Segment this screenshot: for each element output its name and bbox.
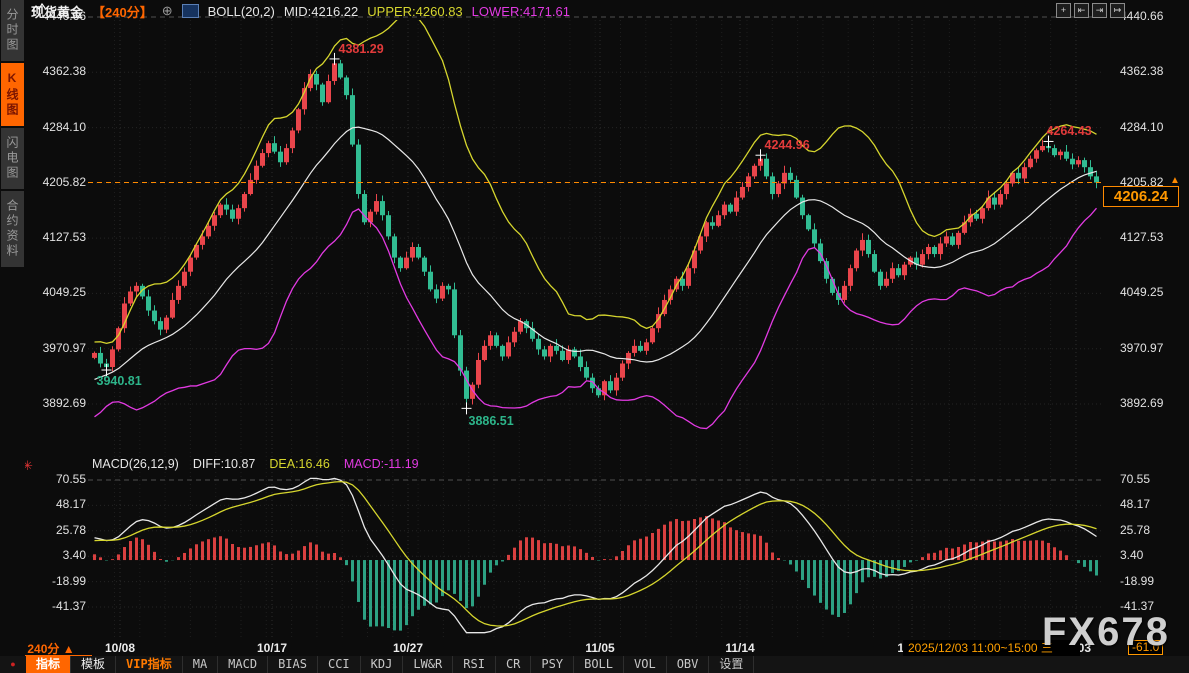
toolbar-item-设置[interactable]: 设置 [709, 656, 754, 673]
price-axis-label-right: 4049.25 [1120, 285, 1182, 299]
price-extreme-label: 4381.29 [339, 42, 384, 56]
toolbar-item-RSI[interactable]: RSI [453, 656, 496, 673]
macd-axis-label-left: -18.99 [28, 574, 86, 588]
chart-header: 现货黄金 【240分】 ⊕ BOLL(20,2) MID:4216.22 UPP… [31, 2, 570, 20]
macd-axis-label-right: 70.55 [1120, 472, 1182, 486]
macd-layer [95, 478, 1097, 632]
left-sidebar: 分时图K线图闪电图合约资料 [0, 0, 25, 673]
compress-right-icon[interactable]: ⇥ [1092, 3, 1107, 18]
toolbar-item-MA[interactable]: MA [183, 656, 218, 673]
toolbar-item-模板[interactable]: 模板 [71, 656, 116, 673]
macd-axis-label-left: 25.78 [28, 523, 86, 537]
toolbar-item-LW&R[interactable]: LW&R [403, 656, 453, 673]
price-axis-label-left: 3970.97 [28, 341, 86, 355]
price-extreme-label: 3940.81 [97, 374, 142, 388]
sidebar-tab-item[interactable]: 闪电图 [1, 128, 24, 189]
price-extreme-label: 3886.51 [469, 414, 514, 428]
macd-axis-label-right: 25.78 [1120, 523, 1182, 537]
toolbar-item-PSY[interactable]: PSY [531, 656, 574, 673]
toolbar-item-BIAS[interactable]: BIAS [268, 656, 318, 673]
price-axis-label-right: 3970.97 [1120, 341, 1182, 355]
compress-left-icon[interactable]: ⇤ [1074, 3, 1089, 18]
toolbar-item-KDJ[interactable]: KDJ [361, 656, 404, 673]
add-indicator-icon[interactable]: ⊕ [162, 3, 173, 19]
price-extreme-label: 4244.96 [765, 138, 810, 152]
price-axis-label-left: 4362.38 [28, 64, 86, 78]
macd-title[interactable]: MACD(26,12,9) [92, 457, 179, 471]
sidebar-tab-item[interactable]: 分时图 [1, 0, 24, 61]
chart-tool-buttons: +⇤⇥↦ [1056, 3, 1125, 18]
period-label[interactable]: 【240分】 [92, 2, 153, 21]
sidebar-tab-active[interactable]: K线图 [1, 63, 24, 126]
price-axis-label-right: 4127.53 [1120, 230, 1182, 244]
macd-axis-label-right: 48.17 [1120, 497, 1182, 511]
price-axis-label-left: 4284.10 [28, 120, 86, 134]
macd-axis-label-left: 70.55 [28, 472, 86, 486]
trading-terminal: { "sidebar": { "tabs": [ {"label": "分时图"… [0, 0, 1189, 673]
toolbar-left-icon: ● [0, 656, 26, 673]
price-axis-label-left: 4049.25 [28, 285, 86, 299]
macd-header: MACD(26,12,9) DIFF:10.87 DEA:16.46 MACD:… [92, 457, 419, 471]
toolbar-item-CR[interactable]: CR [496, 656, 531, 673]
macd-axis-label-right: 3.40 [1120, 548, 1182, 562]
date-tick-label: 10/17 [244, 641, 300, 655]
toolbar-item-VIP指标[interactable]: VIP指标 [116, 656, 183, 673]
date-tick-label: 10/27 [380, 641, 436, 655]
fx678-watermark: FX678 [1042, 610, 1170, 655]
macd-axis-label-left: 48.17 [28, 497, 86, 511]
toolbar-item-BOLL[interactable]: BOLL [574, 656, 624, 673]
price-axis-label-left: 3892.69 [28, 396, 86, 410]
indicator-toolbar: ● 指标模板VIP指标MAMACDBIASCCIKDJLW&RRSICRPSYB… [0, 656, 1189, 673]
price-axis-label-right: 3892.69 [1120, 396, 1182, 410]
toolbar-item-OBV[interactable]: OBV [667, 656, 710, 673]
price-up-arrow-icon: ▲ [1170, 175, 1180, 186]
boll-lower-value: LOWER:4171.61 [472, 4, 570, 19]
chart-canvas[interactable] [0, 0, 1189, 673]
indicator-name[interactable]: BOLL(20,2) [208, 4, 275, 19]
toolbar-item-MACD[interactable]: MACD [218, 656, 268, 673]
toolbar-item-VOL[interactable]: VOL [624, 656, 667, 673]
crosshair-tool-icon[interactable]: + [1056, 3, 1071, 18]
date-tick-label: 10/08 [92, 641, 148, 655]
price-axis-label-left: 4205.82 [28, 175, 86, 189]
pan-right-icon[interactable]: ↦ [1110, 3, 1125, 18]
date-tick-label: 11/14 [712, 641, 768, 655]
price-axis-label-right: 4284.10 [1120, 120, 1182, 134]
macd-axis-label-left: 3.40 [28, 548, 86, 562]
macd-axis-label-right: -18.99 [1120, 574, 1182, 588]
sidebar-tab-item[interactable]: 合约资料 [1, 191, 24, 267]
price-extreme-label: 4264.43 [1047, 124, 1092, 138]
boll-mid-value: MID:4216.22 [284, 4, 358, 19]
price-axis-label-left: 4127.53 [28, 230, 86, 244]
boll-upper-line [95, 14, 1097, 343]
boll-upper-value: UPPER:4260.83 [367, 4, 462, 19]
toolbar-item-指标[interactable]: 指标 [26, 656, 71, 673]
date-tick-label: 11/05 [572, 641, 628, 655]
macd-diff-value: DIFF:10.87 [193, 457, 256, 471]
last-price-badge: 4206.24 [1103, 186, 1179, 207]
line-chart-icon[interactable] [182, 4, 199, 18]
price-axis-label-right: 4362.38 [1120, 64, 1182, 78]
macd-axis-label-left: -41.37 [28, 599, 86, 613]
macd-dea-value: DEA:16.46 [269, 457, 329, 471]
price-axis-label-right: 4440.66 [1120, 9, 1182, 23]
candles-layer [92, 59, 1099, 408]
toolbar-item-CCI[interactable]: CCI [318, 656, 361, 673]
macd-macd-value: MACD:-11.19 [344, 457, 419, 471]
